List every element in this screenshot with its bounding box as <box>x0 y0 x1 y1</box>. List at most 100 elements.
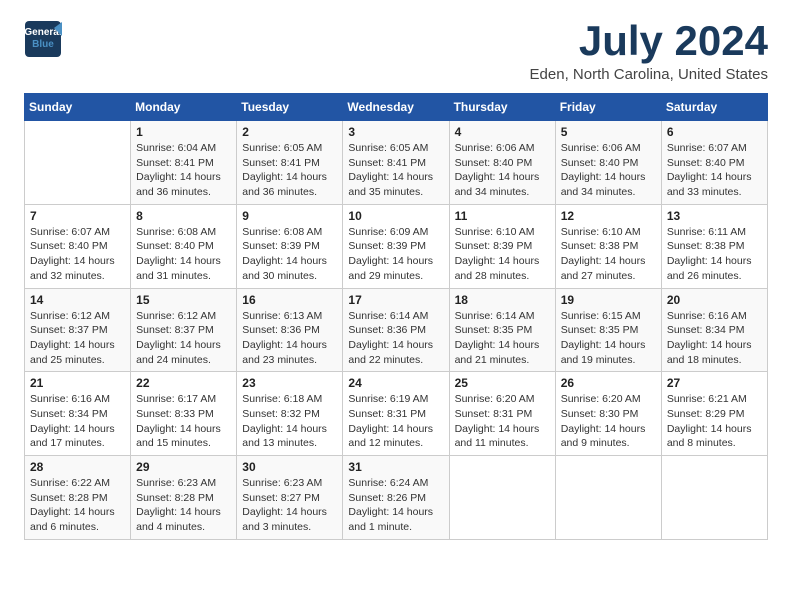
calendar-cell: 27 Sunrise: 6:21 AM Sunset: 8:29 PM Dayli… <box>661 372 767 456</box>
day-info: Sunrise: 6:22 AM Sunset: 8:28 PM Dayligh… <box>30 476 125 535</box>
calendar-cell: 31 Sunrise: 6:24 AM Sunset: 8:26 PM Dayli… <box>343 456 449 540</box>
subtitle: Eden, North Carolina, United States <box>530 66 768 83</box>
calendar-cell: 18 Sunrise: 6:14 AM Sunset: 8:35 PM Dayli… <box>449 288 555 372</box>
day-info: Sunrise: 6:09 AM Sunset: 8:39 PM Dayligh… <box>348 225 443 284</box>
calendar-cell: 29 Sunrise: 6:23 AM Sunset: 8:28 PM Dayli… <box>131 456 237 540</box>
day-info: Sunrise: 6:04 AM Sunset: 8:41 PM Dayligh… <box>136 141 231 200</box>
day-info: Sunrise: 6:18 AM Sunset: 8:32 PM Dayligh… <box>242 392 337 451</box>
day-header-saturday: Saturday <box>661 94 767 121</box>
day-info: Sunrise: 6:23 AM Sunset: 8:28 PM Dayligh… <box>136 476 231 535</box>
calendar-cell: 19Sunrise: 6:15 AM Sunset: 8:35 PM Dayli… <box>555 288 661 372</box>
day-number: 19 <box>561 293 656 307</box>
calendar-cell: 17 Sunrise: 6:14 AM Sunset: 8:36 PM Dayli… <box>343 288 449 372</box>
day-info: Sunrise: 6:20 AM Sunset: 8:31 PM Dayligh… <box>455 392 550 451</box>
day-number: 17 <box>348 293 443 307</box>
day-number: 3 <box>348 125 443 139</box>
day-info: Sunrise: 6:07 AM Sunset: 8:40 PM Dayligh… <box>667 141 762 200</box>
calendar-cell <box>555 456 661 540</box>
day-info: Sunrise: 6:13 AM Sunset: 8:36 PM Dayligh… <box>242 309 337 368</box>
calendar-cell: 13Sunrise: 6:11 AM Sunset: 8:38 PM Dayli… <box>661 204 767 288</box>
day-number: 27 <box>667 376 762 390</box>
calendar-cell: 28Sunrise: 6:22 AM Sunset: 8:28 PM Dayli… <box>25 456 131 540</box>
day-header-monday: Monday <box>131 94 237 121</box>
calendar-cell: 15 Sunrise: 6:12 AM Sunset: 8:37 PM Dayli… <box>131 288 237 372</box>
calendar-cell: 24 Sunrise: 6:19 AM Sunset: 8:31 PM Dayli… <box>343 372 449 456</box>
day-info: Sunrise: 6:05 AM Sunset: 8:41 PM Dayligh… <box>348 141 443 200</box>
day-info: Sunrise: 6:05 AM Sunset: 8:41 PM Dayligh… <box>242 141 337 200</box>
calendar-cell: 26 Sunrise: 6:20 AM Sunset: 8:30 PM Dayli… <box>555 372 661 456</box>
title-area: July 2024 Eden, North Carolina, United S… <box>530 20 768 83</box>
calendar-cell: 10 Sunrise: 6:09 AM Sunset: 8:39 PM Dayli… <box>343 204 449 288</box>
day-number: 24 <box>348 376 443 390</box>
main-title: July 2024 <box>530 20 768 62</box>
calendar-cell: 12 Sunrise: 6:10 AM Sunset: 8:38 PM Dayli… <box>555 204 661 288</box>
day-info: Sunrise: 6:12 AM Sunset: 8:37 PM Dayligh… <box>30 309 125 368</box>
day-info: Sunrise: 6:07 AM Sunset: 8:40 PM Dayligh… <box>30 225 125 284</box>
calendar-cell: 30 Sunrise: 6:23 AM Sunset: 8:27 PM Dayli… <box>237 456 343 540</box>
day-number: 10 <box>348 209 443 223</box>
day-info: Sunrise: 6:17 AM Sunset: 8:33 PM Dayligh… <box>136 392 231 451</box>
day-number: 22 <box>136 376 231 390</box>
day-number: 9 <box>242 209 337 223</box>
day-number: 1 <box>136 125 231 139</box>
day-number: 8 <box>136 209 231 223</box>
day-number: 18 <box>455 293 550 307</box>
calendar-cell <box>25 121 131 205</box>
day-number: 23 <box>242 376 337 390</box>
day-number: 13 <box>667 209 762 223</box>
day-info: Sunrise: 6:23 AM Sunset: 8:27 PM Dayligh… <box>242 476 337 535</box>
day-info: Sunrise: 6:19 AM Sunset: 8:31 PM Dayligh… <box>348 392 443 451</box>
logo-icon: General Blue <box>24 20 62 58</box>
calendar-cell: 20 Sunrise: 6:16 AM Sunset: 8:34 PM Dayli… <box>661 288 767 372</box>
day-number: 7 <box>30 209 125 223</box>
calendar-cell: 14 Sunrise: 6:12 AM Sunset: 8:37 PM Dayli… <box>25 288 131 372</box>
calendar-cell: 11Sunrise: 6:10 AM Sunset: 8:39 PM Dayli… <box>449 204 555 288</box>
day-number: 31 <box>348 460 443 474</box>
calendar-cell: 22 Sunrise: 6:17 AM Sunset: 8:33 PM Dayli… <box>131 372 237 456</box>
day-info: Sunrise: 6:12 AM Sunset: 8:37 PM Dayligh… <box>136 309 231 368</box>
day-info: Sunrise: 6:14 AM Sunset: 8:36 PM Dayligh… <box>348 309 443 368</box>
calendar-cell: 6 Sunrise: 6:07 AM Sunset: 8:40 PM Daylig… <box>661 121 767 205</box>
day-number: 25 <box>455 376 550 390</box>
day-number: 20 <box>667 293 762 307</box>
calendar-cell: 1 Sunrise: 6:04 AM Sunset: 8:41 PM Daylig… <box>131 121 237 205</box>
day-info: Sunrise: 6:10 AM Sunset: 8:38 PM Dayligh… <box>561 225 656 284</box>
day-header-thursday: Thursday <box>449 94 555 121</box>
day-info: Sunrise: 6:16 AM Sunset: 8:34 PM Dayligh… <box>30 392 125 451</box>
day-number: 16 <box>242 293 337 307</box>
calendar-cell: 5Sunrise: 6:06 AM Sunset: 8:40 PM Daylig… <box>555 121 661 205</box>
day-number: 12 <box>561 209 656 223</box>
day-info: Sunrise: 6:24 AM Sunset: 8:26 PM Dayligh… <box>348 476 443 535</box>
calendar-cell: 8 Sunrise: 6:08 AM Sunset: 8:40 PM Daylig… <box>131 204 237 288</box>
calendar-cell: 4Sunrise: 6:06 AM Sunset: 8:40 PM Daylig… <box>449 121 555 205</box>
day-number: 21 <box>30 376 125 390</box>
calendar-cell <box>661 456 767 540</box>
calendar-cell: 7 Sunrise: 6:07 AM Sunset: 8:40 PM Daylig… <box>25 204 131 288</box>
day-info: Sunrise: 6:06 AM Sunset: 8:40 PM Dayligh… <box>561 141 656 200</box>
day-number: 11 <box>455 209 550 223</box>
day-info: Sunrise: 6:16 AM Sunset: 8:34 PM Dayligh… <box>667 309 762 368</box>
day-number: 14 <box>30 293 125 307</box>
calendar-cell: 3 Sunrise: 6:05 AM Sunset: 8:41 PM Daylig… <box>343 121 449 205</box>
day-header-sunday: Sunday <box>25 94 131 121</box>
day-info: Sunrise: 6:21 AM Sunset: 8:29 PM Dayligh… <box>667 392 762 451</box>
day-info: Sunrise: 6:20 AM Sunset: 8:30 PM Dayligh… <box>561 392 656 451</box>
day-number: 15 <box>136 293 231 307</box>
day-number: 29 <box>136 460 231 474</box>
day-header-tuesday: Tuesday <box>237 94 343 121</box>
day-header-wednesday: Wednesday <box>343 94 449 121</box>
day-number: 6 <box>667 125 762 139</box>
day-info: Sunrise: 6:06 AM Sunset: 8:40 PM Dayligh… <box>455 141 550 200</box>
day-info: Sunrise: 6:08 AM Sunset: 8:40 PM Dayligh… <box>136 225 231 284</box>
day-number: 30 <box>242 460 337 474</box>
calendar-cell: 16 Sunrise: 6:13 AM Sunset: 8:36 PM Dayli… <box>237 288 343 372</box>
calendar-cell: 25 Sunrise: 6:20 AM Sunset: 8:31 PM Dayli… <box>449 372 555 456</box>
day-number: 2 <box>242 125 337 139</box>
day-info: Sunrise: 6:14 AM Sunset: 8:35 PM Dayligh… <box>455 309 550 368</box>
calendar-cell: 2 Sunrise: 6:05 AM Sunset: 8:41 PM Daylig… <box>237 121 343 205</box>
day-number: 26 <box>561 376 656 390</box>
day-header-friday: Friday <box>555 94 661 121</box>
calendar-cell: 23 Sunrise: 6:18 AM Sunset: 8:32 PM Dayli… <box>237 372 343 456</box>
svg-text:Blue: Blue <box>32 39 54 50</box>
calendar-table: SundayMondayTuesdayWednesdayThursdayFrid… <box>24 93 768 540</box>
